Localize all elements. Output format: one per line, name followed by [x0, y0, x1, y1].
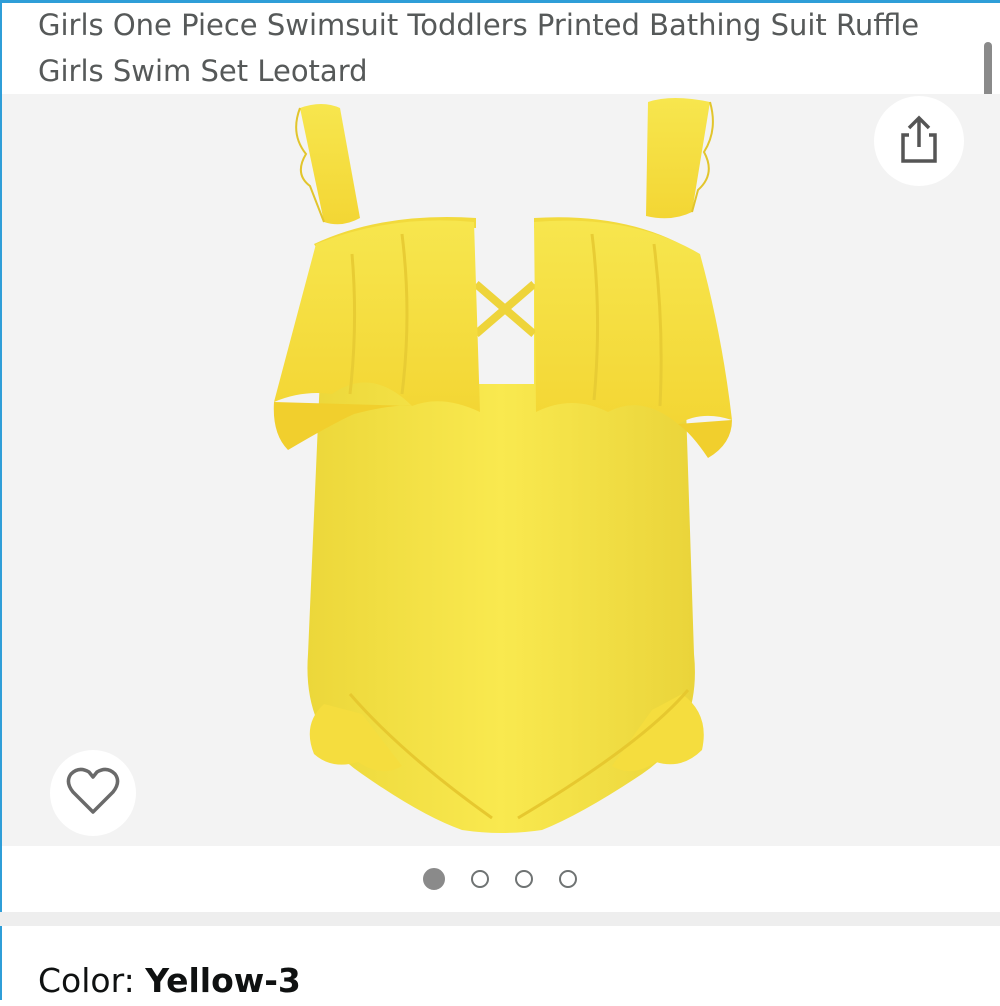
pagination-dot-3[interactable] — [515, 870, 533, 888]
pagination-dot-2[interactable] — [471, 870, 489, 888]
color-value: Yellow-3 — [145, 961, 301, 1000]
section-divider — [0, 912, 1000, 926]
share-button[interactable] — [874, 96, 964, 186]
color-selection: Color: Yellow-3 — [38, 956, 301, 1006]
pagination-dot-4[interactable] — [559, 870, 577, 888]
heart-icon — [65, 766, 121, 820]
pagination-dot-1[interactable] — [423, 868, 445, 890]
product-title: Girls One Piece Swimsuit Toddlers Printe… — [38, 8, 920, 88]
image-pagination — [0, 862, 1000, 896]
wishlist-button[interactable] — [50, 750, 136, 836]
share-icon — [895, 113, 943, 169]
product-image-gallery[interactable] — [2, 94, 1000, 846]
product-image — [273, 98, 732, 833]
color-label: Color: — [38, 961, 135, 1000]
